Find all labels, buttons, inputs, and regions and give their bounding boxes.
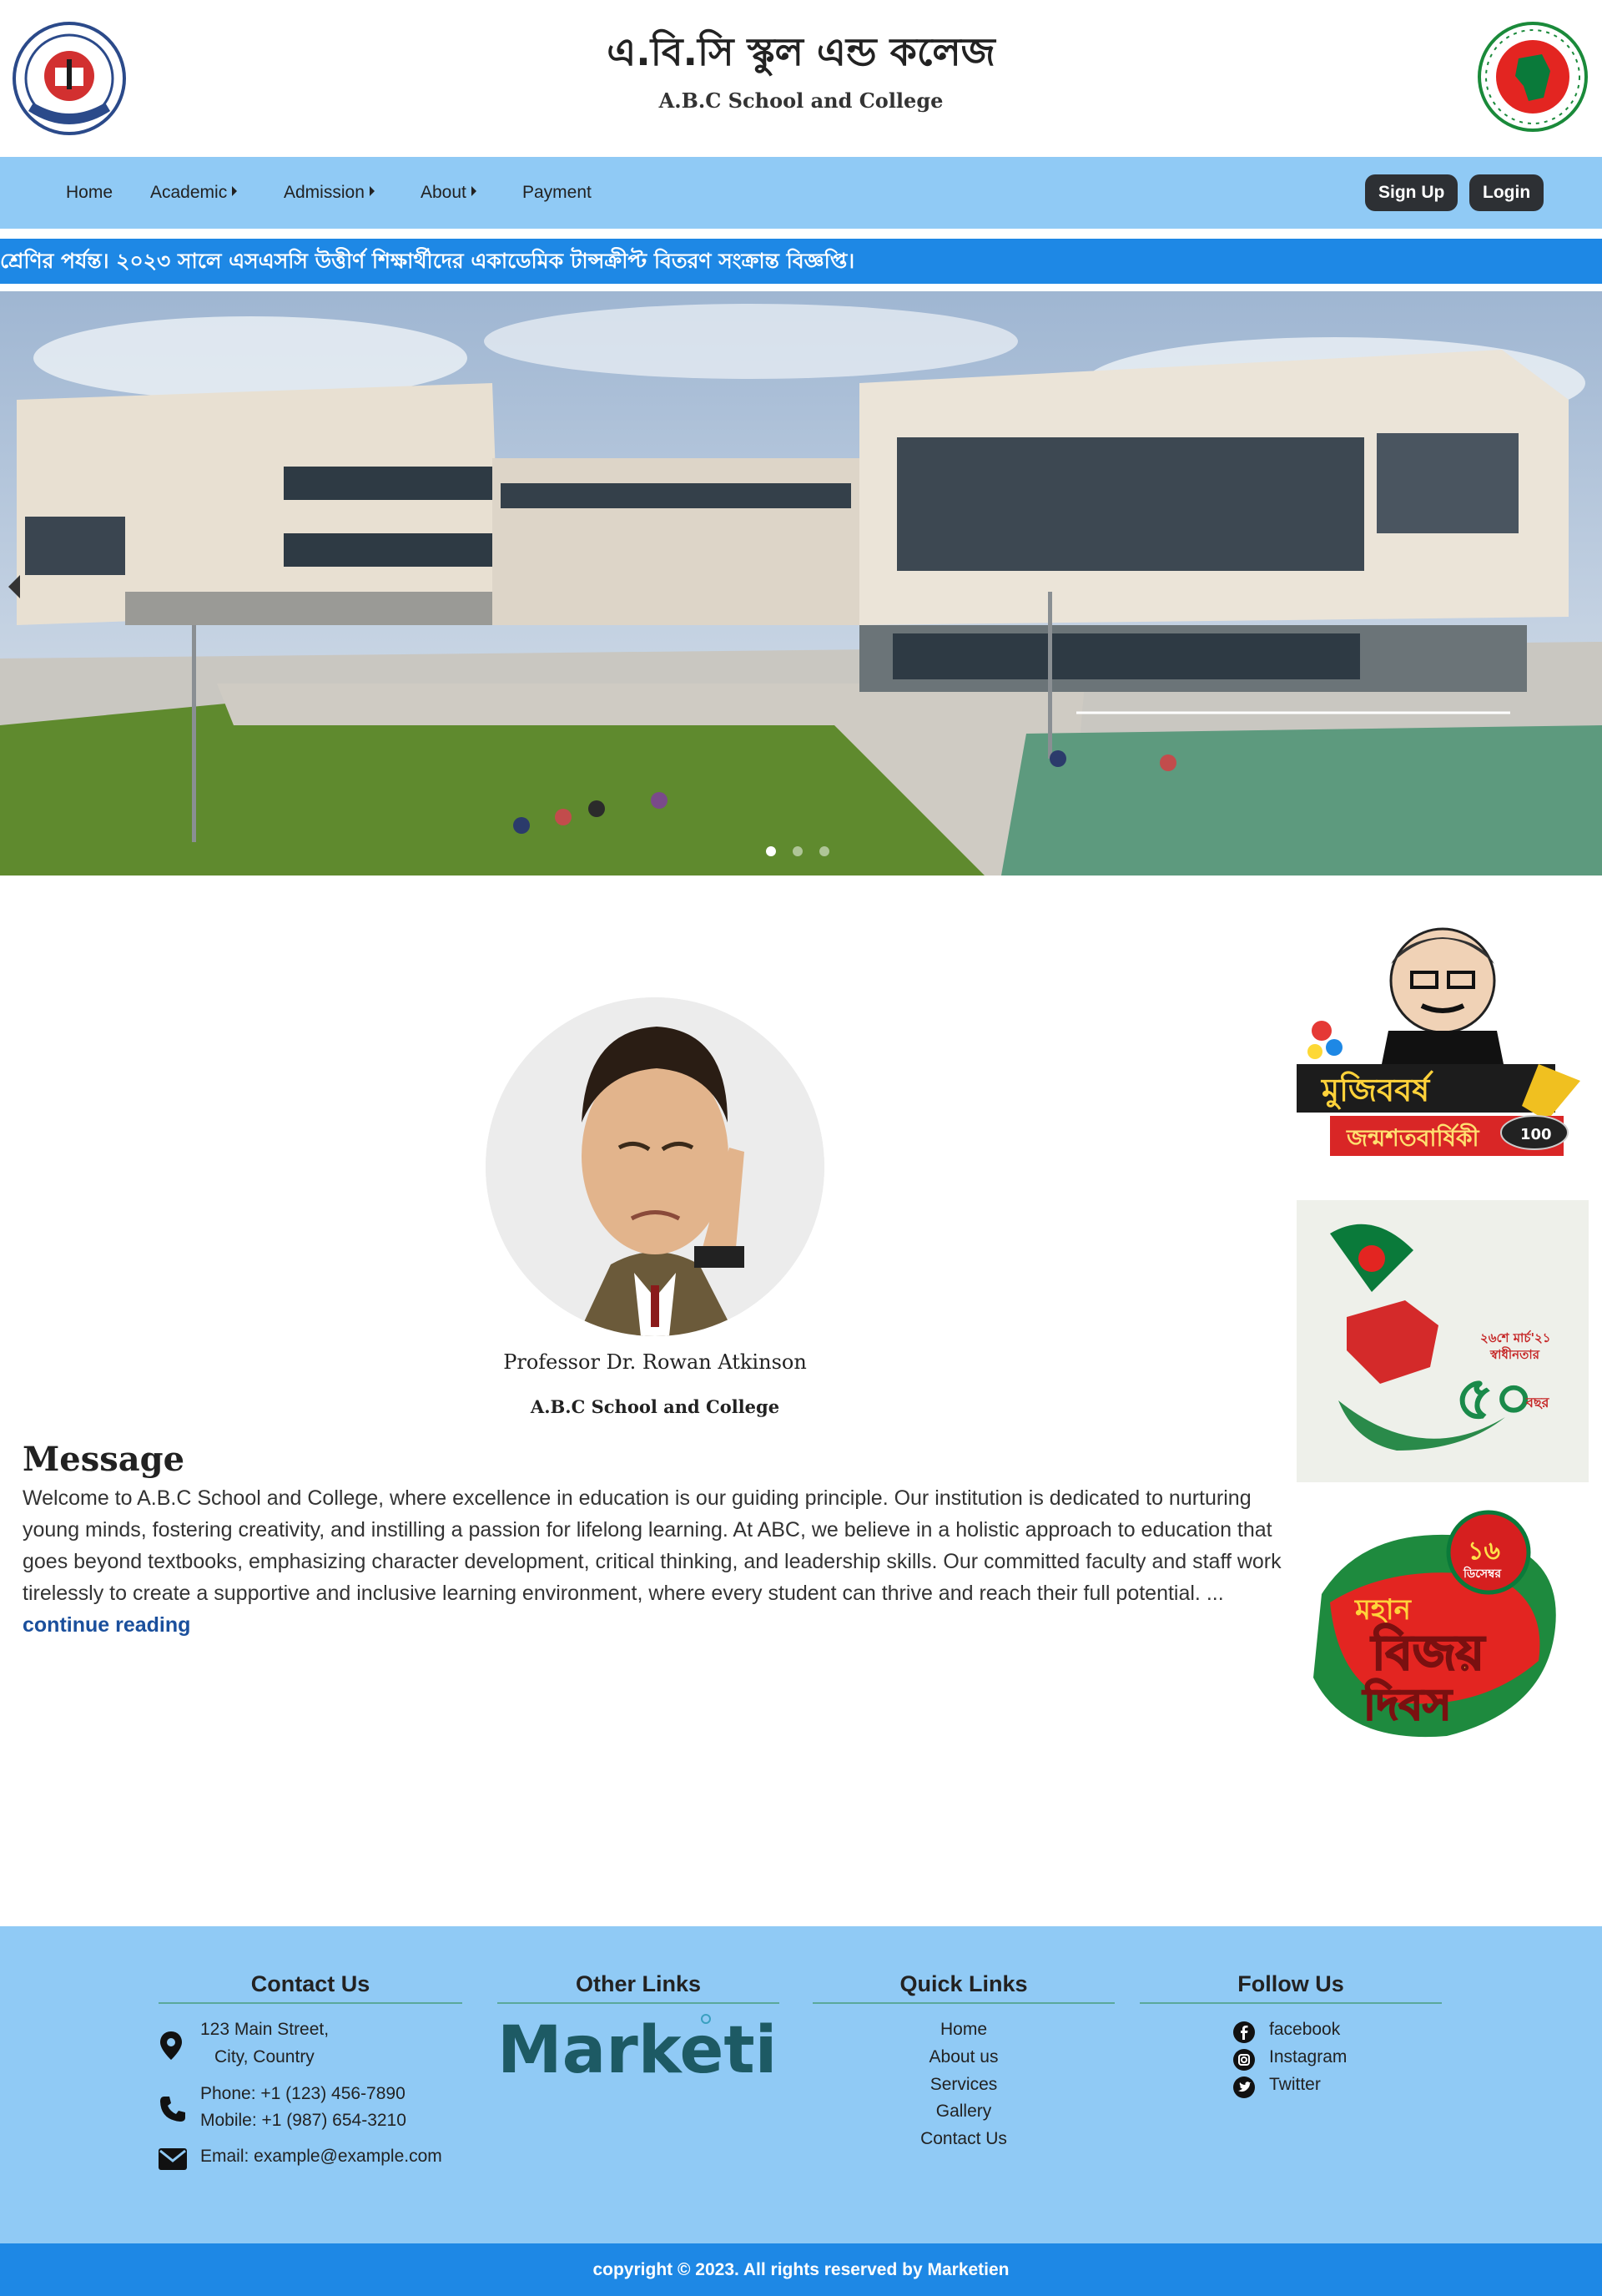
message-body: Welcome to A.B.C School and College, whe…: [23, 1482, 1291, 1641]
instagram-icon[interactable]: [1233, 2049, 1255, 2075]
slider-dots: [766, 845, 846, 860]
footer-divider: [1140, 2002, 1442, 2004]
login-button[interactable]: Login: [1469, 174, 1544, 211]
banner3-title-2: বিজয়: [1370, 1623, 1486, 1681]
footer-other-title: Other Links: [575, 1971, 702, 1996]
banner1-title: মুজিববর্ষ: [1320, 1070, 1434, 1110]
slider-dot[interactable]: [793, 846, 803, 856]
ticker-text: শ্রেণির পর্যন্ত। ২০২৩ সালে এসএসসি উত্তীর…: [0, 249, 855, 273]
nav-home[interactable]: Home: [66, 157, 113, 229]
hero-slider[interactable]: [0, 291, 1602, 876]
nav-home-label: Home: [66, 183, 113, 202]
banner1-sub: জন্মশতবার্ষিকী: [1346, 1123, 1480, 1152]
caret-right-icon: [232, 186, 238, 197]
banner3-date: ১৬: [1468, 1537, 1500, 1566]
marketien-logo[interactable]: Marketien: [497, 2007, 868, 2088]
facebook-icon[interactable]: [1233, 2021, 1255, 2047]
footer-follow-title: Follow Us: [1237, 1971, 1344, 1996]
footer-contact-title: Contact Us: [250, 1971, 370, 1996]
site-header: এ.বি.সি স্কুল এন্ড কলেজ A.B.C School and…: [0, 0, 1602, 157]
quick-link-about[interactable]: About us: [813, 2047, 1115, 2067]
nav-academic[interactable]: Academic: [150, 157, 238, 229]
copyright-bar: copyright © 2023. All rights reserved by…: [0, 2243, 1602, 2296]
footer-quick-title: Quick Links: [899, 1971, 1028, 1996]
banner3-title-1: মহান: [1354, 1593, 1413, 1627]
nav-admission-label: Admission: [284, 183, 365, 202]
slider-dot[interactable]: [819, 846, 829, 856]
quick-link-home[interactable]: Home: [813, 2020, 1115, 2040]
site-title-bangla: এ.বি.সি স্কুল এন্ড কলেজ: [607, 29, 995, 74]
caret-right-icon: [369, 186, 375, 197]
marketien-logo-text: Marketien: [497, 2013, 779, 2082]
address-line1: 123 Main Street,: [200, 2020, 330, 2039]
continue-reading-link[interactable]: continue reading: [23, 1613, 190, 1637]
caret-right-icon: [471, 186, 476, 197]
banner2-sub: বছর: [1525, 1395, 1550, 1410]
quick-link-contact[interactable]: Contact Us: [813, 2129, 1115, 2149]
social-facebook[interactable]: facebook: [1269, 2020, 1340, 2040]
banner3-title-3: দিবস: [1362, 1678, 1453, 1730]
footer-divider: [813, 2002, 1115, 2004]
message-heading: Message: [23, 1440, 185, 1479]
professor-name: Professor Dr. Rowan Atkinson: [503, 1350, 807, 1374]
banner2-caption: স্বাধীনতার: [1489, 1346, 1540, 1362]
mail-icon: [159, 2148, 187, 2174]
social-twitter[interactable]: Twitter: [1269, 2075, 1321, 2095]
email-address[interactable]: Email: example@example.com: [200, 2147, 442, 2167]
independence-50-banner[interactable]: ২৬শে মার্চ'২১ স্বাধীনতার ৫০ বছর: [1297, 1200, 1589, 1482]
professor-photo: [486, 997, 824, 1336]
banner2-number: ৫০: [1455, 1363, 1534, 1433]
hero-image: [0, 291, 1602, 876]
quick-link-gallery[interactable]: Gallery: [813, 2102, 1115, 2122]
site-title-english: A.B.C School and College: [658, 88, 944, 113]
banner1-badge: 100: [1520, 1126, 1552, 1143]
twitter-icon[interactable]: [1233, 2076, 1255, 2102]
mobile-number[interactable]: Mobile: +1 (987) 654-3210: [200, 2111, 406, 2131]
nav-payment[interactable]: Payment: [522, 157, 592, 229]
professor-school: A.B.C School and College: [530, 1396, 780, 1417]
banner2-date: ২৬শে মার্চ'২১: [1480, 1330, 1551, 1345]
nav-about[interactable]: About: [421, 157, 476, 229]
map-pin-icon: [160, 2031, 182, 2064]
nav-payment-label: Payment: [522, 183, 592, 202]
government-seal-icon[interactable]: [1477, 21, 1589, 133]
nav-about-label: About: [421, 183, 466, 202]
phone-icon: [159, 2095, 187, 2127]
mujib-borsho-banner[interactable]: মুজিববর্ষ জন্মশতবার্ষিকী 100: [1297, 914, 1589, 1198]
address-line2: City, Country: [214, 2047, 315, 2066]
victory-day-banner[interactable]: ১৬ ডিসেম্বর মহান বিজয় দিবস: [1297, 1494, 1589, 1761]
footer-divider: [497, 2002, 779, 2004]
footer-divider: [159, 2002, 462, 2004]
banner3-month: ডিসেম্বর: [1463, 1566, 1502, 1581]
main-navbar: Home Academic Admission About Payment Si…: [0, 157, 1602, 229]
slider-prev-arrow[interactable]: [8, 575, 20, 598]
signup-button[interactable]: Sign Up: [1365, 174, 1458, 211]
social-instagram[interactable]: Instagram: [1269, 2047, 1347, 2067]
quick-link-services[interactable]: Services: [813, 2075, 1115, 2095]
nav-academic-label: Academic: [150, 183, 228, 202]
nav-admission[interactable]: Admission: [284, 157, 375, 229]
phone-number[interactable]: Phone: +1 (123) 456-7890: [200, 2084, 406, 2104]
slider-dot[interactable]: [766, 846, 776, 856]
message-text: Welcome to A.B.C School and College, whe…: [23, 1486, 1282, 1605]
news-ticker[interactable]: শ্রেণির পর্যন্ত। ২০২৩ সালে এসএসসি উত্তীর…: [0, 239, 1602, 284]
